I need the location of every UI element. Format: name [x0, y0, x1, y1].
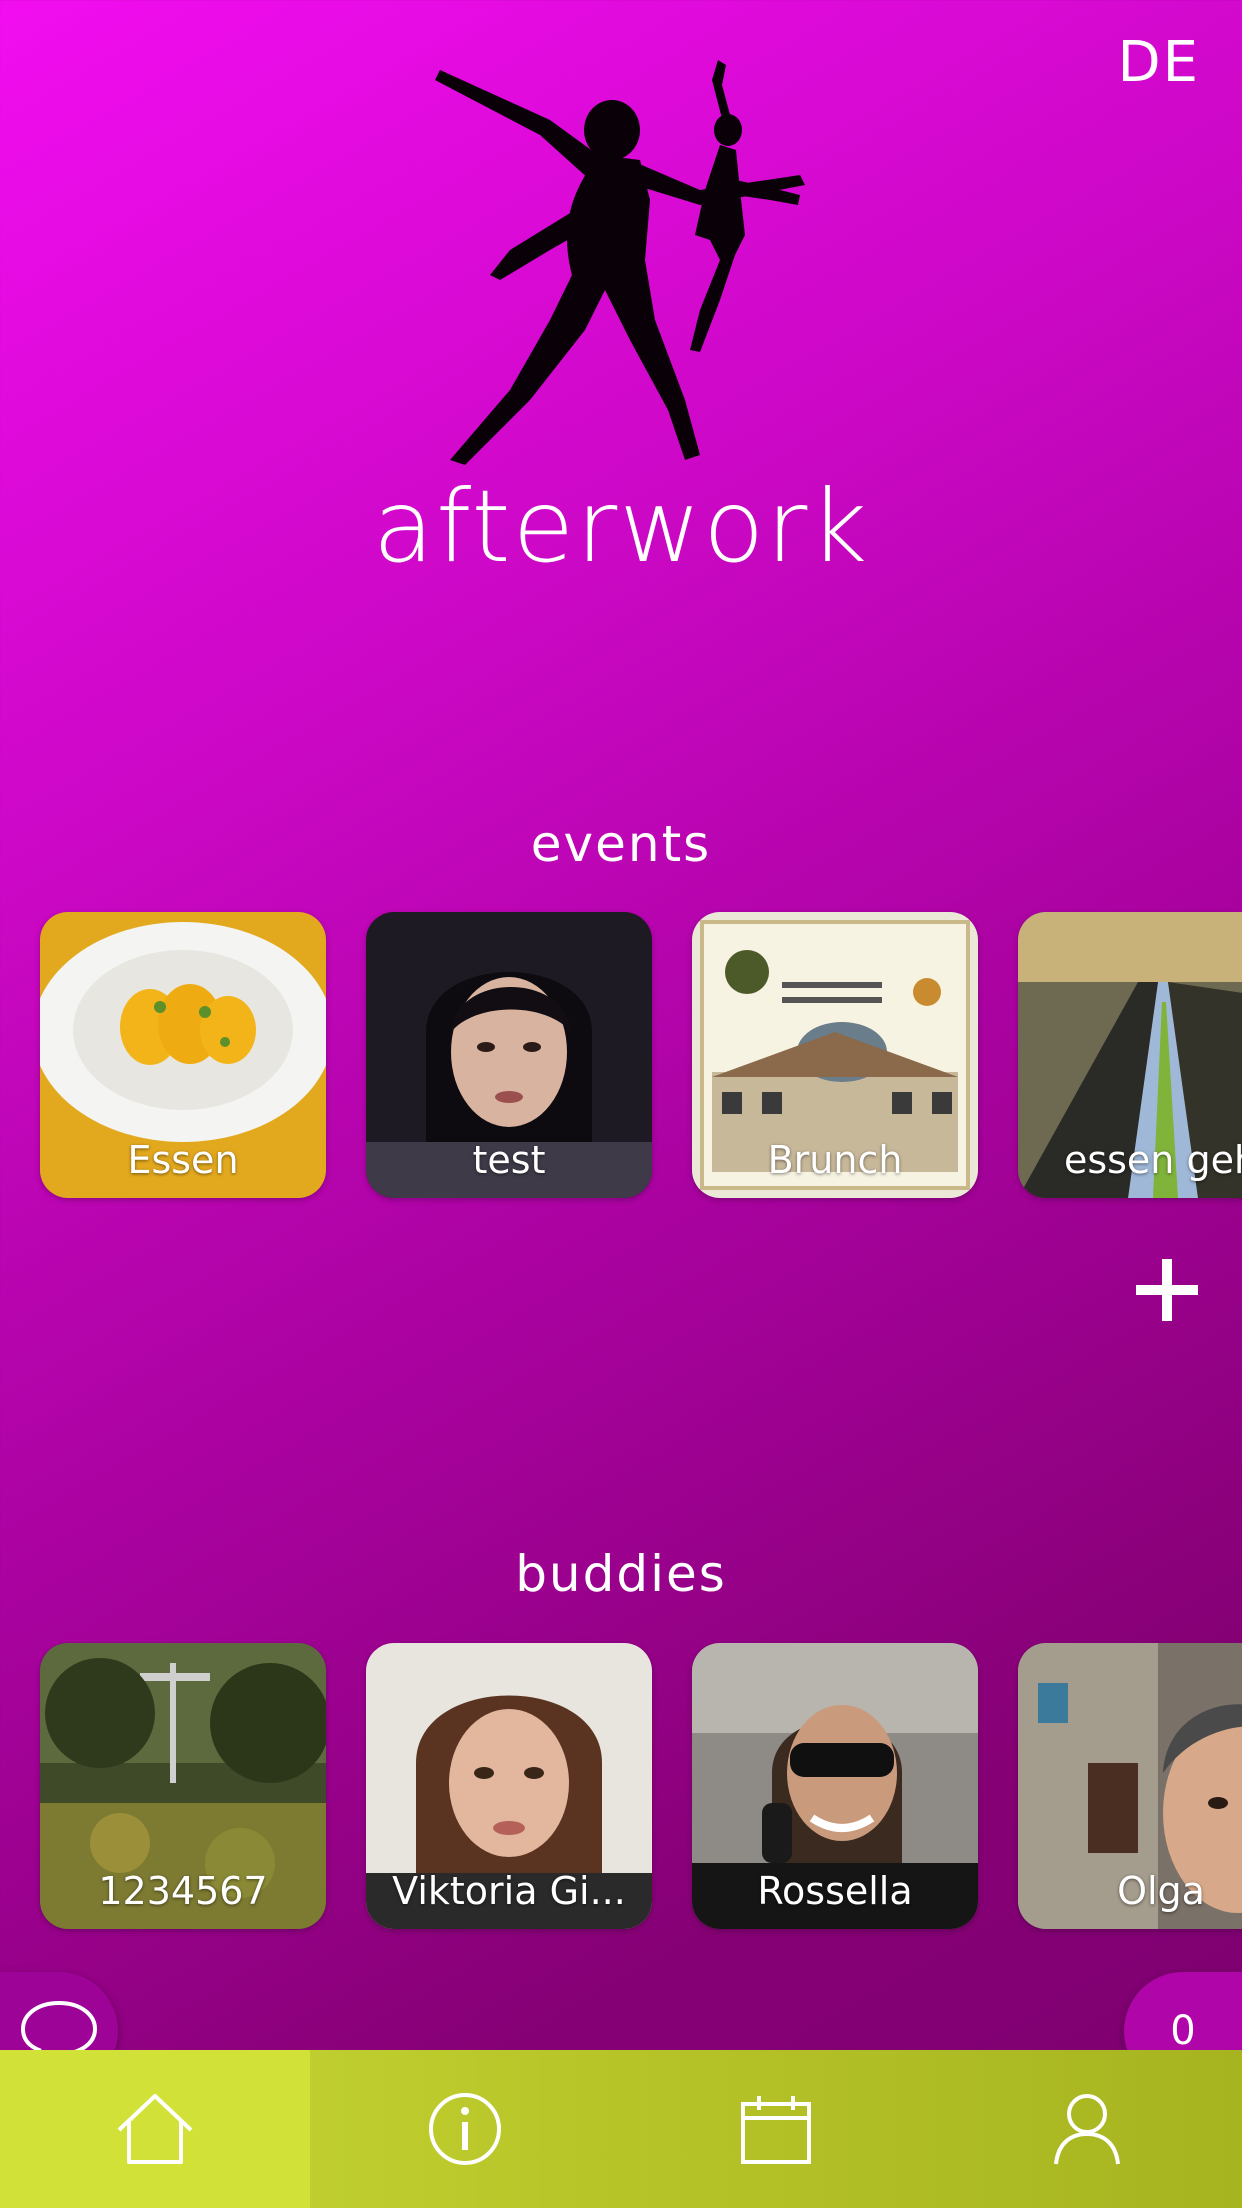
events-section-title: events	[530, 815, 712, 873]
buddies-section-title: buddies	[515, 1545, 727, 1603]
buddy-card[interactable]: Rossella	[692, 1643, 978, 1929]
events-list: Essen test Brunch essen geh	[40, 912, 1242, 1198]
event-label: essen geh	[1063, 1138, 1242, 1182]
buddy-card[interactable]: Olga	[1018, 1643, 1242, 1929]
event-card-essen[interactable]: Essen	[40, 912, 326, 1198]
brand-title: afterwork	[372, 468, 870, 585]
event-card-test[interactable]: test	[366, 912, 652, 1198]
tab-calendar[interactable]	[621, 2050, 932, 2208]
bottom-tab-bar	[0, 2050, 1242, 2208]
tab-info[interactable]	[310, 2050, 621, 2208]
notification-count: 0	[1170, 2008, 1196, 2054]
buddy-label: Viktoria Gi...	[392, 1869, 626, 1913]
tab-home[interactable]	[0, 2050, 310, 2208]
event-label: Brunch	[767, 1138, 903, 1182]
event-label: test	[472, 1138, 546, 1182]
profile-icon	[1053, 2094, 1120, 2165]
dancers-logo	[435, 60, 805, 465]
language-switch[interactable]: DE	[1117, 30, 1200, 95]
add-event-button[interactable]	[1132, 1255, 1202, 1325]
calendar-icon	[741, 2096, 811, 2164]
event-card-brunch[interactable]: Brunch	[692, 912, 978, 1198]
buddy-label: 1234567	[98, 1869, 268, 1913]
buddy-card[interactable]: 1234567	[40, 1643, 326, 1929]
home-icon	[117, 2094, 193, 2164]
event-label: Essen	[127, 1138, 239, 1182]
buddy-label: Olga	[1117, 1869, 1205, 1913]
buddy-label: Rossella	[757, 1869, 913, 1913]
event-card-essen-gehen[interactable]: essen geh	[1018, 912, 1242, 1198]
buddies-list: 1234567 Viktoria Gi... Rossella Olga	[40, 1643, 1242, 1929]
tab-profile[interactable]	[931, 2050, 1242, 2208]
buddy-card[interactable]: Viktoria Gi...	[366, 1643, 652, 1929]
info-icon	[429, 2093, 502, 2165]
